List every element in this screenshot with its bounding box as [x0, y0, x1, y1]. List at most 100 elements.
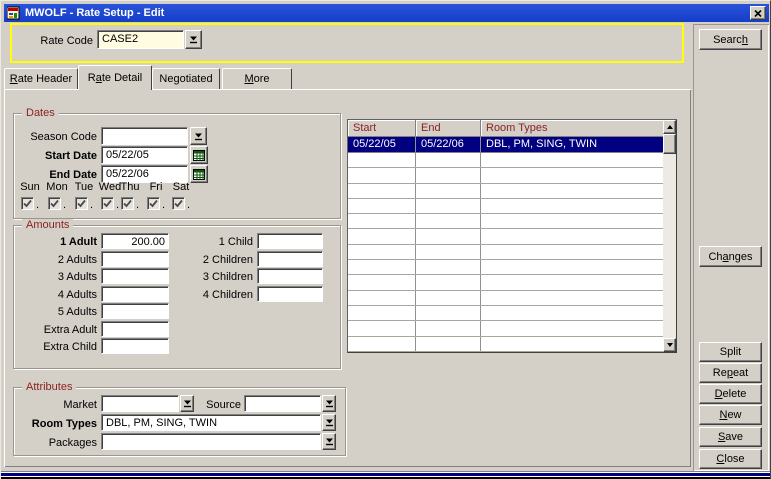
market-input[interactable]	[101, 395, 179, 412]
title-bar[interactable]: MWOLF - Rate Setup - Edit	[4, 4, 769, 22]
amount-3-adults-input[interactable]	[101, 268, 169, 284]
source-input[interactable]	[244, 395, 321, 412]
amount-4-adults-label: 4 Adults	[15, 288, 97, 302]
scrollbar-thumb[interactable]	[663, 134, 676, 154]
table-row-empty[interactable]	[348, 260, 664, 275]
search-button[interactable]: Search	[699, 29, 762, 50]
amount-extra-adult-label: Extra Adult	[15, 323, 97, 337]
delete-button[interactable]: Delete	[699, 384, 762, 404]
table-row-empty[interactable]	[348, 184, 664, 199]
start-date-calendar-button[interactable]	[190, 146, 208, 164]
weekday-thu-checkbox[interactable]	[121, 197, 134, 210]
table-row-empty[interactable]	[348, 275, 664, 290]
weekday-mon-checkbox[interactable]	[48, 197, 61, 210]
packages-input[interactable]	[101, 433, 321, 450]
grid-scrollbar[interactable]	[663, 120, 676, 352]
amount-1-child-input[interactable]	[257, 233, 323, 249]
source-label: Source	[191, 398, 241, 412]
scroll-down-button[interactable]	[663, 338, 676, 352]
check-icon	[103, 199, 112, 208]
tab-rate-header[interactable]: Rate Header	[4, 68, 78, 89]
amount-4-children-label: 4 Children	[171, 288, 253, 302]
column-header-end: End	[416, 120, 481, 137]
amount-extra-adult-input[interactable]	[101, 321, 169, 337]
rate-setup-window: MWOLF - Rate Setup - Edit Rate Code CASE…	[0, 0, 771, 479]
table-row-empty[interactable]	[348, 229, 664, 244]
room-types-input[interactable]: DBL, PM, SING, TWIN	[101, 414, 321, 431]
weekday-wed-checkbox[interactable]	[101, 197, 114, 210]
app-icon	[7, 6, 21, 20]
packages-lov-button[interactable]	[322, 433, 336, 450]
weekday-mon: Mon .	[42, 181, 72, 210]
table-row-empty[interactable]	[348, 199, 664, 214]
table-row-empty[interactable]	[348, 321, 664, 336]
amount-4-adults-input[interactable]	[101, 286, 169, 302]
save-button[interactable]: Save	[699, 427, 762, 447]
amount-5-adults-input[interactable]	[101, 303, 169, 319]
room-types-label: Room Types	[15, 417, 97, 431]
tab-negotiated[interactable]: Negotiated	[152, 68, 220, 89]
amount-2-children-input[interactable]	[257, 251, 323, 267]
amount-3-adults-label: 3 Adults	[15, 270, 97, 284]
table-row-empty[interactable]	[348, 306, 664, 321]
grid-empty-rows	[348, 153, 676, 352]
amount-3-children-input[interactable]	[257, 268, 323, 284]
close-button[interactable]	[750, 6, 766, 20]
attributes-group-label: Attributes	[22, 381, 76, 394]
table-row-selected[interactable]: 05/22/05 05/22/06 DBL, PM, SING, TWIN	[348, 137, 664, 153]
weekday-tue-checkbox[interactable]	[75, 197, 88, 210]
rate-code-lov-button[interactable]	[185, 30, 202, 49]
weekday-sun-checkbox[interactable]	[21, 197, 34, 210]
table-row-empty[interactable]	[348, 245, 664, 260]
table-row-empty[interactable]	[348, 337, 664, 352]
calendar-icon	[193, 169, 205, 180]
arrow-up-icon	[667, 125, 673, 129]
table-header-row: Start End Room Types	[348, 120, 664, 137]
amount-2-children-label: 2 Children	[171, 253, 253, 267]
close-icon	[754, 10, 762, 17]
lov-down-arrow-icon	[325, 418, 334, 427]
split-button[interactable]: Split	[699, 342, 762, 362]
amount-5-adults-label: 5 Adults	[15, 305, 97, 319]
amount-4-children-input[interactable]	[257, 286, 323, 302]
repeat-button[interactable]: Repeat	[699, 363, 762, 383]
table-row-empty[interactable]	[348, 291, 664, 306]
dates-group-label: Dates	[22, 107, 59, 120]
check-icon	[77, 199, 86, 208]
table-row-empty[interactable]	[348, 168, 664, 183]
amount-extra-child-input[interactable]	[101, 338, 169, 354]
amount-1-child-label: 1 Child	[171, 235, 253, 249]
amount-2-adults-input[interactable]	[101, 251, 169, 267]
table-row-empty[interactable]	[348, 153, 664, 168]
lov-down-arrow-icon	[325, 399, 334, 408]
amount-1-adult-label: 1 Adult	[15, 235, 97, 249]
tab-more[interactable]: More	[222, 68, 292, 89]
tab-rate-detail[interactable]: Rate Detail	[78, 65, 152, 90]
changes-button[interactable]: Changes	[699, 246, 762, 267]
weekday-sat-checkbox[interactable]	[172, 197, 185, 210]
check-icon	[149, 199, 158, 208]
window-title: MWOLF - Rate Setup - Edit	[25, 7, 164, 19]
new-button[interactable]: New	[699, 405, 762, 425]
amount-extra-child-label: Extra Child	[15, 340, 97, 354]
market-label: Market	[15, 398, 97, 412]
amount-3-children-label: 3 Children	[171, 270, 253, 284]
calendar-icon	[193, 150, 205, 161]
season-code-lov-button[interactable]	[190, 127, 207, 145]
scroll-up-button[interactable]	[663, 120, 676, 134]
room-types-lov-button[interactable]	[322, 414, 336, 431]
amount-2-adults-label: 2 Adults	[15, 253, 97, 267]
amounts-group-label: Amounts	[22, 219, 73, 232]
start-date-input[interactable]: 05/22/05	[101, 146, 188, 164]
start-date-label: Start Date	[15, 149, 97, 163]
close-window-button[interactable]: Close	[699, 449, 762, 469]
table-row-empty[interactable]	[348, 214, 664, 229]
season-code-input[interactable]	[101, 127, 188, 145]
weekday-fri-checkbox[interactable]	[147, 197, 160, 210]
source-lov-button[interactable]	[322, 395, 336, 412]
amount-1-adult-input[interactable]: 200.00	[101, 233, 169, 249]
check-icon	[123, 199, 132, 208]
weekday-sat: Sat .	[166, 181, 196, 210]
season-code-label: Season Code	[15, 130, 97, 144]
rate-code-input[interactable]: CASE2	[97, 30, 184, 49]
